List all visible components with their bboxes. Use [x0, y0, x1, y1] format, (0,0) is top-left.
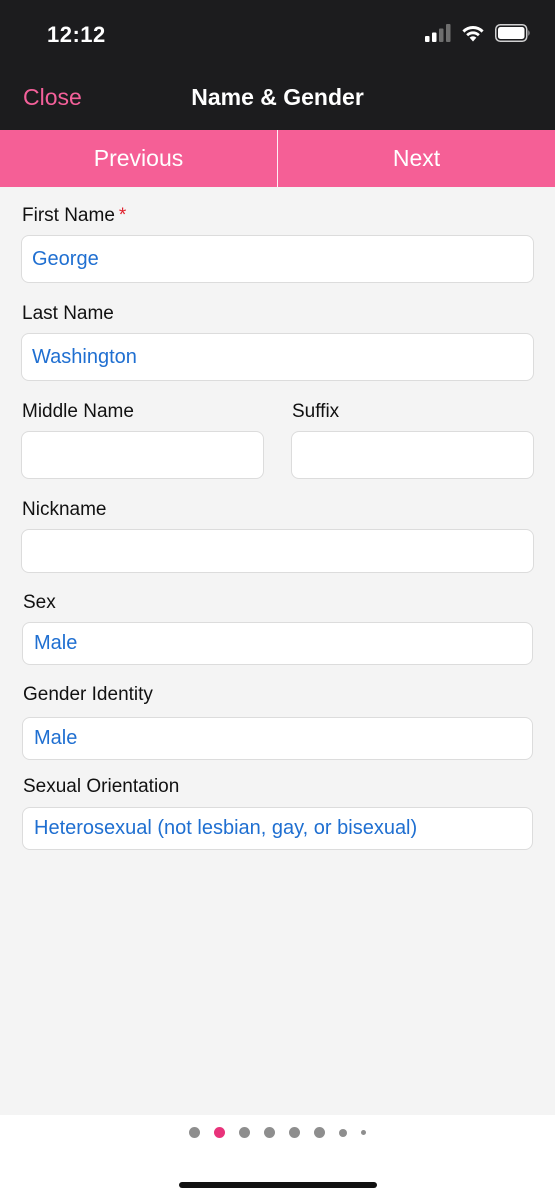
- page-dot[interactable]: [339, 1128, 347, 1137]
- step-navigation: Previous Next: [0, 130, 555, 187]
- last-name-value: Washington: [32, 345, 137, 368]
- status-bar: 12:12: [0, 0, 555, 70]
- status-icons: [425, 24, 531, 47]
- status-time: 12:12: [47, 22, 106, 47]
- sexual-orientation-select[interactable]: Heterosexual (not lesbian, gay, or bisex…: [22, 807, 533, 850]
- signal-icon: [425, 24, 451, 47]
- nav-bar: Close Name & Gender: [0, 70, 555, 130]
- battery-icon: [495, 24, 531, 47]
- name-gender-form: First Name * George Last Name Washington …: [0, 187, 555, 1115]
- nickname-label: Nickname: [22, 499, 107, 520]
- gender-identity-value: Male: [34, 727, 78, 749]
- nickname-field[interactable]: [21, 529, 534, 573]
- page-title: Name & Gender: [191, 84, 364, 110]
- page-dot[interactable]: [214, 1127, 225, 1138]
- last-name-field[interactable]: Washington: [21, 333, 534, 381]
- page-dot[interactable]: [289, 1127, 300, 1138]
- sexual-orientation-value: Heterosexual (not lesbian, gay, or bisex…: [34, 817, 418, 839]
- step-divider: [277, 130, 278, 187]
- page-dot[interactable]: [361, 1130, 366, 1135]
- gender-identity-select[interactable]: Male: [22, 717, 533, 760]
- gender-identity-label: Gender Identity: [23, 684, 153, 705]
- first-name-field[interactable]: George: [21, 235, 534, 283]
- middle-name-field[interactable]: [21, 431, 264, 479]
- next-button[interactable]: Next: [278, 130, 555, 187]
- first-name-label-text: First Name: [22, 205, 115, 226]
- page-dot[interactable]: [314, 1127, 325, 1138]
- page-dot[interactable]: [189, 1127, 200, 1138]
- last-name-label: Last Name: [22, 303, 114, 324]
- sex-value: Male: [34, 632, 78, 654]
- required-marker: *: [118, 205, 127, 226]
- page-dot[interactable]: [239, 1127, 250, 1138]
- sex-select[interactable]: Male: [22, 622, 533, 665]
- suffix-field[interactable]: [291, 431, 534, 479]
- middle-name-label: Middle Name: [22, 401, 134, 422]
- suffix-label: Suffix: [292, 401, 340, 422]
- page-indicator[interactable]: [0, 1127, 555, 1138]
- previous-button[interactable]: Previous: [0, 130, 277, 187]
- sexual-orientation-label: Sexual Orientation: [23, 776, 180, 797]
- sex-label: Sex: [23, 592, 56, 613]
- wifi-icon: [461, 24, 485, 47]
- home-indicator: [179, 1182, 377, 1188]
- first-name-value: George: [32, 247, 99, 270]
- first-name-label: First Name *: [22, 205, 126, 227]
- page-footer: [0, 1115, 555, 1200]
- page-dot[interactable]: [264, 1127, 275, 1138]
